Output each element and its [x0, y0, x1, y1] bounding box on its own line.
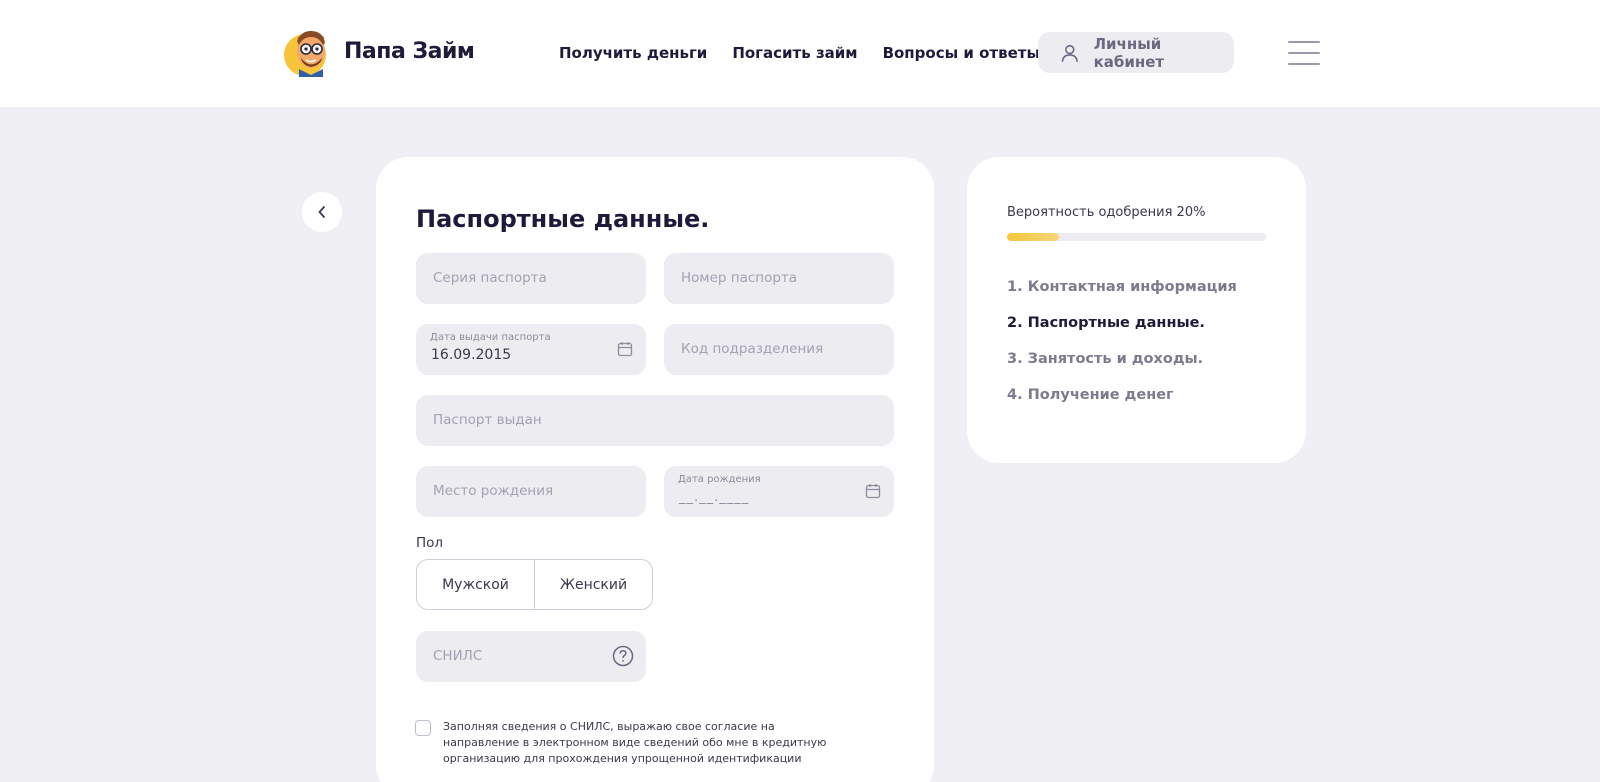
personal-cabinet-button[interactable]: Личный кабинет [1038, 32, 1234, 73]
birth-date-mask: __.__.____ [679, 490, 750, 505]
nav-get-money[interactable]: Получить деньги [559, 44, 707, 62]
snils-consent: Заполняя сведения о СНИЛС, выражаю свое … [415, 719, 853, 767]
passport-number-input[interactable]: Номер паспорта [664, 253, 894, 304]
birth-date-label: Дата рождения [678, 474, 761, 485]
gender-male-option[interactable]: Мужской [417, 560, 534, 609]
division-code-input[interactable]: Код подразделения [664, 324, 894, 375]
passport-form-card: Паспортные данные. Серия паспорта Номер … [376, 157, 934, 782]
question-icon[interactable] [612, 645, 634, 667]
gender-female-option[interactable]: Женский [534, 560, 652, 609]
division-code-placeholder: Код подразделения [681, 341, 824, 357]
issued-by-input[interactable]: Паспорт выдан [416, 395, 894, 446]
birth-place-placeholder: Место рождения [433, 483, 554, 499]
step-item[interactable]: 2. Паспортные данные. [1007, 315, 1237, 331]
snils-input[interactable]: СНИЛС [416, 631, 646, 682]
approval-probability-label: Вероятность одобрения 20% [1007, 205, 1206, 220]
page-title: Паспортные данные. [416, 205, 710, 233]
progress-card: Вероятность одобрения 20% 1. Контактная … [967, 157, 1306, 463]
passport-series-placeholder: Серия паспорта [433, 270, 547, 286]
step-item[interactable]: 1. Контактная информация [1007, 279, 1237, 295]
step-item[interactable]: 4. Получение денег [1007, 387, 1237, 403]
consent-checkbox[interactable] [415, 720, 431, 736]
menu-icon[interactable] [1288, 41, 1320, 65]
step-item[interactable]: 3. Занятость и доходы. [1007, 351, 1237, 367]
birth-place-input[interactable]: Место рождения [416, 466, 646, 517]
calendar-icon[interactable] [865, 483, 881, 499]
nav-faq[interactable]: Вопросы и ответы [883, 44, 1040, 62]
personal-cabinet-label: Личный кабинет [1093, 34, 1165, 71]
chevron-left-icon [318, 205, 326, 219]
user-icon [1061, 44, 1078, 62]
approval-progress-bar [1007, 233, 1266, 241]
calendar-icon[interactable] [617, 341, 633, 357]
main-nav: Получить деньги Погасить займ Вопросы и … [559, 44, 1040, 62]
passport-series-input[interactable]: Серия паспорта [416, 253, 646, 304]
issue-date-value: 16.09.2015 [431, 347, 512, 363]
brand-name: Папа Займ [344, 38, 475, 64]
gender-label: Пол [416, 535, 444, 551]
birth-date-input[interactable]: Дата рождения __.__.____ [664, 466, 894, 517]
issue-date-label: Дата выдачи паспорта [430, 332, 551, 343]
header: Папа Займ Получить деньги Погасить займ … [0, 0, 1600, 107]
approval-progress-fill [1007, 233, 1059, 241]
snils-placeholder: СНИЛС [433, 648, 483, 664]
logo[interactable]: Папа Займ [281, 25, 475, 77]
step-list: 1. Контактная информация 2. Паспортные д… [1007, 279, 1237, 423]
issued-by-placeholder: Паспорт выдан [433, 412, 542, 428]
gender-selector: Мужской Женский [416, 559, 653, 610]
passport-number-placeholder: Номер паспорта [681, 270, 798, 286]
consent-text: Заполняя сведения о СНИЛС, выражаю свое … [443, 720, 827, 765]
back-button[interactable] [302, 192, 342, 232]
issue-date-input[interactable]: Дата выдачи паспорта 16.09.2015 [416, 324, 646, 375]
nav-repay-loan[interactable]: Погасить займ [732, 44, 857, 62]
logo-mascot-icon [281, 25, 337, 77]
